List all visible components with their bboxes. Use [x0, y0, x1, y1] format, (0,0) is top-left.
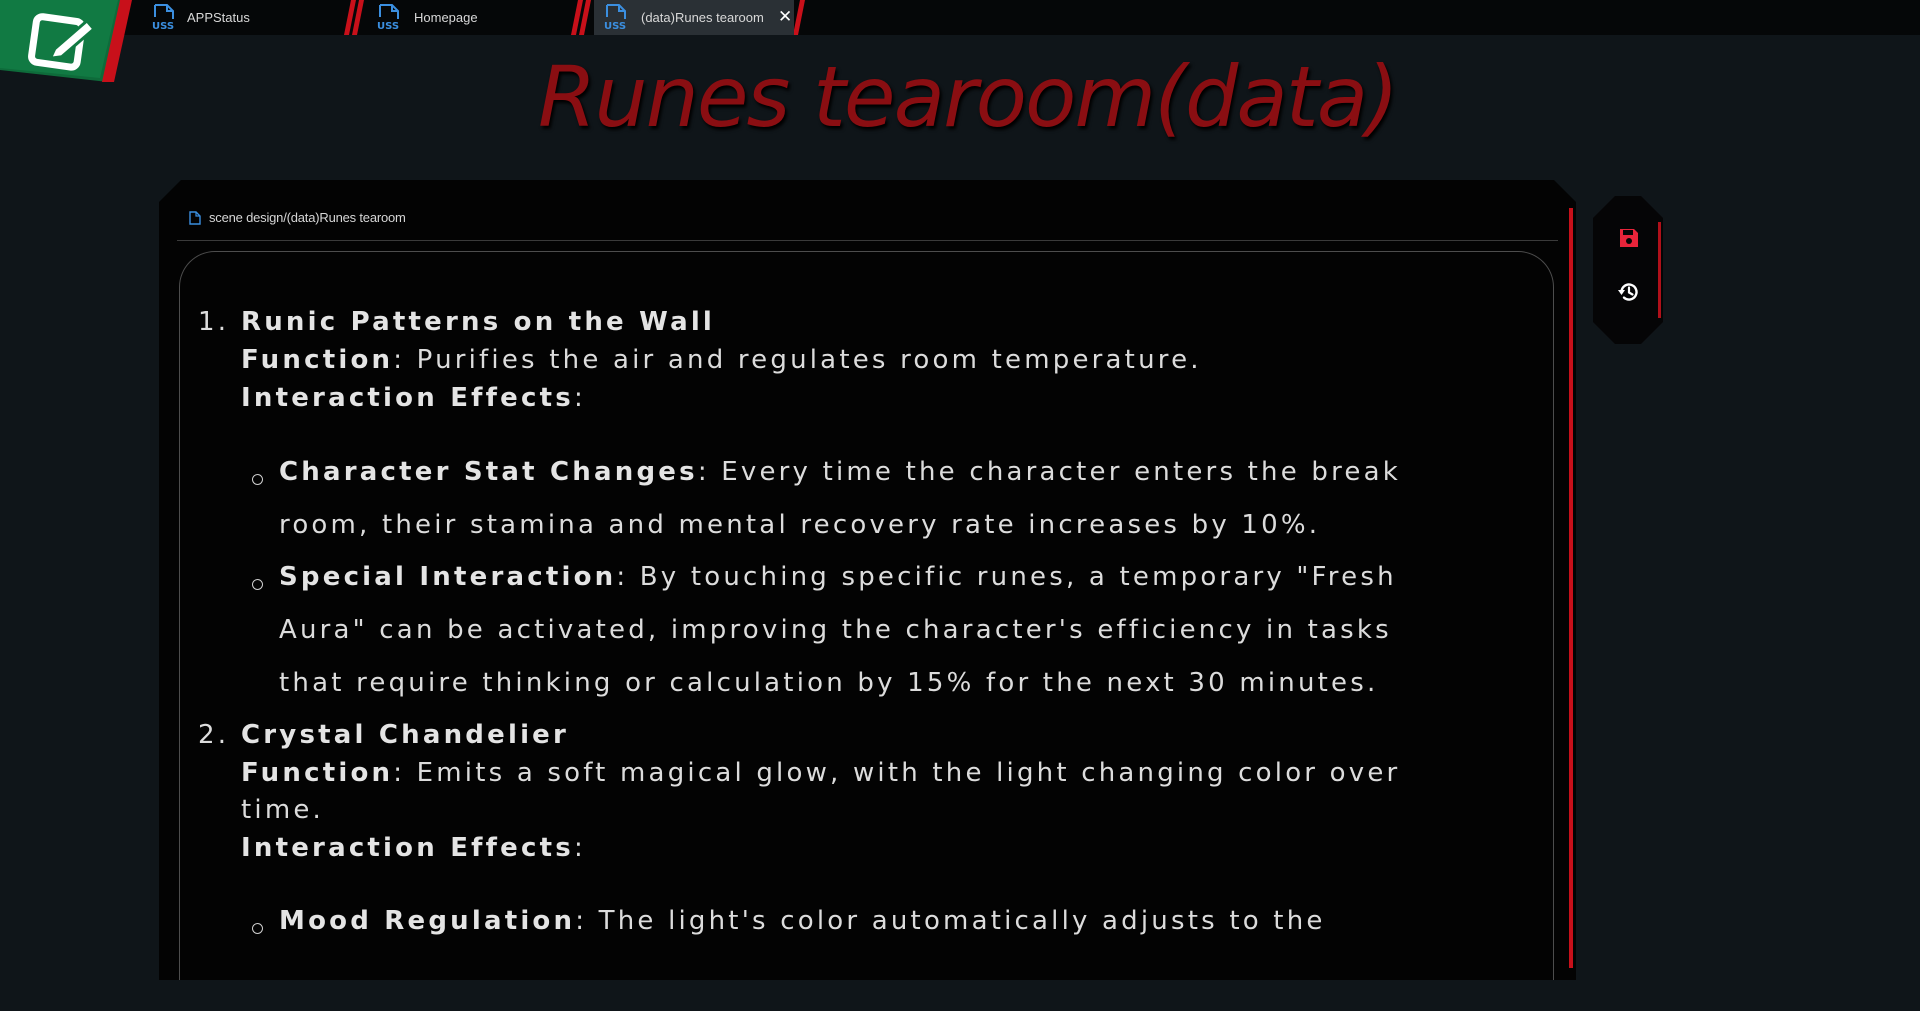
list-item-continued: that require thinking or calculation by … [279, 668, 1379, 698]
toolbar-accent-line [1658, 222, 1661, 318]
svg-text:USS: USS [152, 21, 174, 32]
save-icon[interactable] [1617, 226, 1641, 250]
function-line: Function: Emits a soft magical glow, wit… [241, 758, 1401, 788]
document-panel: scene design/(data)Runes tearoom 1. Runi… [159, 180, 1576, 980]
tab-end-stripes [794, 0, 810, 35]
divider [177, 240, 1558, 241]
app-logo [0, 0, 132, 82]
list-item: Mood Regulation: The light's color autom… [279, 906, 1326, 936]
function-line: Function: Purifies the air and regulates… [241, 345, 1202, 375]
svg-text:USS: USS [377, 21, 399, 32]
tab-runes-tearoom[interactable]: USS (data)Runes tearoom ✕ [570, 0, 810, 35]
uss-file-icon: USS [377, 4, 399, 32]
tab-label: (data)Runes tearoom [641, 10, 764, 25]
file-path: scene design/(data)Runes tearoom [209, 210, 406, 225]
side-toolbar [1593, 196, 1663, 344]
tab-divider-stripes [344, 0, 364, 35]
effects-label: Interaction Effects: [241, 833, 586, 863]
item-heading: Crystal Chandelier [241, 720, 570, 750]
svg-text:USS: USS [604, 21, 626, 32]
bullet [252, 474, 263, 485]
function-line-continued: time. [241, 795, 325, 825]
list-item-continued: Aura" can be activated, improving the ch… [279, 615, 1392, 645]
document-content[interactable]: 1. Runic Patterns on the Wall Function: … [179, 251, 1554, 980]
page-title: Runes tearoom(data) [538, 48, 1399, 146]
close-tab-icon[interactable]: ✕ [778, 7, 792, 27]
tab-label: APPStatus [187, 10, 250, 25]
tab-label: Homepage [414, 10, 478, 25]
history-icon[interactable] [1617, 280, 1641, 304]
item-heading: Runic Patterns on the Wall [241, 307, 716, 337]
document-icon [189, 210, 201, 225]
bullet [252, 579, 263, 590]
uss-file-icon: USS [604, 4, 626, 32]
list-number: 1. [198, 307, 230, 337]
uss-file-icon: USS [152, 4, 174, 32]
list-item: Special Interaction: By touching specifi… [279, 562, 1397, 592]
list-item: Character Stat Changes: Every time the c… [279, 457, 1402, 487]
list-item-continued: room, their stamina and mental recovery … [279, 510, 1321, 540]
panel-accent-line [1569, 208, 1573, 968]
bullet [252, 923, 263, 934]
effects-label: Interaction Effects: [241, 383, 586, 413]
breadcrumb: scene design/(data)Runes tearoom [189, 210, 406, 225]
tab-appstatus[interactable]: USS APPStatus [118, 0, 343, 35]
tab-homepage[interactable]: USS Homepage [343, 0, 568, 35]
list-number: 2. [198, 720, 230, 750]
tab-divider-stripes [570, 0, 594, 35]
